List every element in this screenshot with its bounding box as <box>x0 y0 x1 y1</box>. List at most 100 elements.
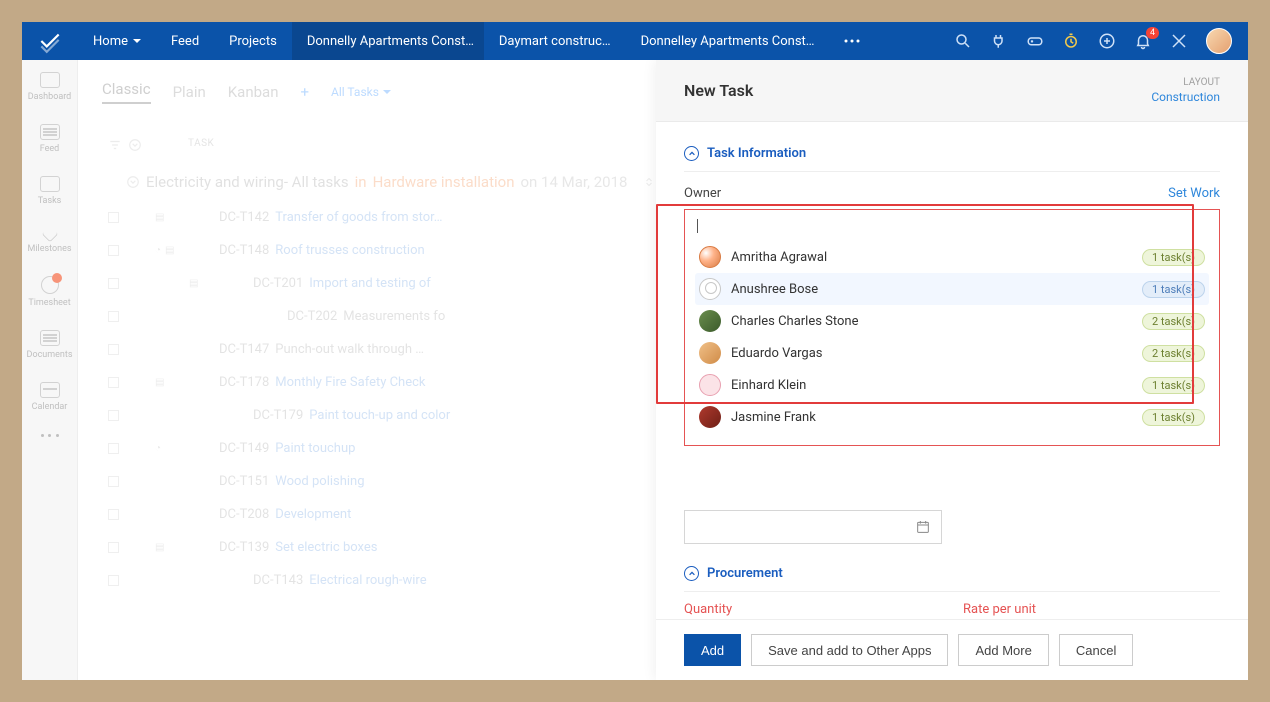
owner-option[interactable]: Charles Charles Stone2 task(s) <box>695 305 1209 337</box>
task-count-pill: 2 task(s) <box>1142 313 1205 330</box>
task-checkbox[interactable] <box>108 377 119 388</box>
task-name[interactable]: Set electric boxes <box>275 540 377 555</box>
filter-icon[interactable] <box>108 138 122 152</box>
task-checkbox[interactable] <box>108 410 119 421</box>
sidebar-item-dashboard[interactable]: Dashboard <box>22 72 77 102</box>
task-name[interactable]: Paint touch-up and color <box>309 408 450 423</box>
task-name[interactable]: Monthly Fire Safety Check <box>275 375 425 390</box>
nav-home-label: Home <box>93 34 128 49</box>
owner-option[interactable]: Anushree Bose1 task(s) <box>695 273 1209 305</box>
add-icon[interactable] <box>1098 32 1116 50</box>
task-checkbox[interactable] <box>108 311 119 322</box>
save-other-apps-button[interactable]: Save and add to Other Apps <box>751 634 948 666</box>
user-avatar[interactable] <box>1206 28 1232 54</box>
task-id: DC-T178 <box>219 375 269 390</box>
task-id: DC-T208 <box>219 507 269 522</box>
task-name[interactable]: Punch-out walk through … <box>275 342 424 357</box>
task-id: DC-T201 <box>253 276 303 291</box>
sidebar-item-calendar[interactable]: Calendar <box>22 382 77 412</box>
avatar-icon <box>699 310 721 332</box>
date-input[interactable] <box>684 510 942 544</box>
task-name[interactable]: Development <box>275 507 351 522</box>
sidebar-item-tasks[interactable]: Tasks <box>22 176 77 206</box>
nav-home[interactable]: Home <box>78 22 156 60</box>
owner-name: Anushree Bose <box>731 282 1142 297</box>
sidebar-more[interactable] <box>22 434 77 438</box>
task-checkbox[interactable] <box>108 278 119 289</box>
chevron-up-icon <box>684 146 699 161</box>
task-name[interactable]: Electrical rough-wire <box>309 573 426 588</box>
task-name[interactable]: Paint touchup <box>275 441 355 456</box>
sidebar-item-timesheet[interactable]: Timesheet <box>22 276 77 308</box>
task-count-pill: 1 task(s) <box>1142 409 1205 426</box>
task-checkbox[interactable] <box>108 476 119 487</box>
task-name[interactable]: Measurements fo <box>343 309 445 324</box>
set-work-link[interactable]: Set Work <box>1168 186 1220 201</box>
task-name[interactable]: Transfer of goods from stor… <box>275 210 442 225</box>
view-tab-plain[interactable]: Plain <box>173 83 206 101</box>
task-id: DC-T149 <box>219 441 269 456</box>
nav-project-tab-3[interactable]: Donnelley Apartments Const… <box>626 22 830 60</box>
task-checkbox[interactable] <box>108 212 119 223</box>
chevron-up-icon <box>684 566 699 581</box>
owner-label: Owner <box>684 186 721 201</box>
task-count-pill: 1 task(s) <box>1142 249 1205 266</box>
owner-option[interactable]: Amritha Agrawal1 task(s) <box>695 241 1209 273</box>
sidebar-item-milestones[interactable]: Milestones <box>22 228 77 254</box>
task-count-pill: 1 task(s) <box>1142 281 1205 298</box>
task-name[interactable]: Roof trusses construction <box>275 243 424 258</box>
task-name[interactable]: Import and testing of <box>309 276 431 291</box>
owner-option[interactable]: Jasmine Frank1 task(s) <box>695 401 1209 433</box>
view-tab-classic[interactable]: Classic <box>102 80 151 104</box>
task-checkbox[interactable] <box>108 509 119 520</box>
nav-projects[interactable]: Projects <box>214 22 292 60</box>
sidebar-item-documents[interactable]: Documents <box>22 330 77 360</box>
cancel-button[interactable]: Cancel <box>1059 634 1133 666</box>
notifications-badge: 4 <box>1146 27 1159 39</box>
add-view-icon[interactable]: + <box>301 83 310 101</box>
task-checkbox[interactable] <box>108 245 119 256</box>
owner-dropdown[interactable]: Amritha Agrawal1 task(s)Anushree Bose1 t… <box>684 209 1220 446</box>
owner-name: Charles Charles Stone <box>731 314 1142 329</box>
section-procurement[interactable]: Procurement <box>684 566 1220 592</box>
task-checkbox[interactable] <box>108 575 119 586</box>
task-checkbox[interactable] <box>108 344 119 355</box>
add-button[interactable]: Add <box>684 634 741 666</box>
owner-option[interactable]: Einhard Klein1 task(s) <box>695 369 1209 401</box>
task-checkbox[interactable] <box>108 443 119 454</box>
collapse-icon[interactable] <box>128 138 142 152</box>
add-more-button[interactable]: Add More <box>958 634 1048 666</box>
timer-icon[interactable] <box>1062 32 1080 50</box>
owner-option[interactable]: Eduardo Vargas2 task(s) <box>695 337 1209 369</box>
bell-icon[interactable]: 4 <box>1134 32 1152 50</box>
nav-project-tab-2[interactable]: Daymart construc… <box>484 22 626 60</box>
task-name[interactable]: Wood polishing <box>275 474 364 489</box>
sidebar-item-feed[interactable]: Feed <box>22 124 77 154</box>
view-tab-kanban[interactable]: Kanban <box>228 83 279 101</box>
nav-project-tab-1[interactable]: Donnelly Apartments Const… <box>292 22 484 60</box>
app-logo[interactable] <box>22 28 78 54</box>
plug-icon[interactable] <box>990 32 1008 50</box>
owner-name: Jasmine Frank <box>731 410 1142 425</box>
task-id: DC-T143 <box>253 573 303 588</box>
gamepad-icon[interactable] <box>1026 32 1044 50</box>
nav-feed[interactable]: Feed <box>156 22 214 60</box>
task-id: DC-T151 <box>219 474 269 489</box>
task-checkbox[interactable] <box>108 542 119 553</box>
section-task-information[interactable]: Task Information <box>684 146 1220 172</box>
task-id: DC-T202 <box>287 309 337 324</box>
calendar-icon <box>915 519 931 535</box>
new-task-panel: New Task LAYOUT Construction Task Inform… <box>656 60 1248 680</box>
all-tasks-filter[interactable]: All Tasks <box>331 85 391 99</box>
search-icon[interactable] <box>954 32 972 50</box>
owner-name: Amritha Agrawal <box>731 250 1142 265</box>
tools-icon[interactable] <box>1170 32 1188 50</box>
layout-value[interactable]: Construction <box>1151 90 1220 104</box>
task-id: DC-T147 <box>219 342 269 357</box>
top-navbar: Home Feed Projects Donnelly Apartments C… <box>22 22 1248 60</box>
owner-name: Eduardo Vargas <box>731 346 1142 361</box>
nav-more-tabs[interactable] <box>830 22 874 60</box>
layout-label: LAYOUT <box>1183 77 1220 88</box>
avatar-icon <box>699 278 721 300</box>
avatar-icon <box>699 246 721 268</box>
